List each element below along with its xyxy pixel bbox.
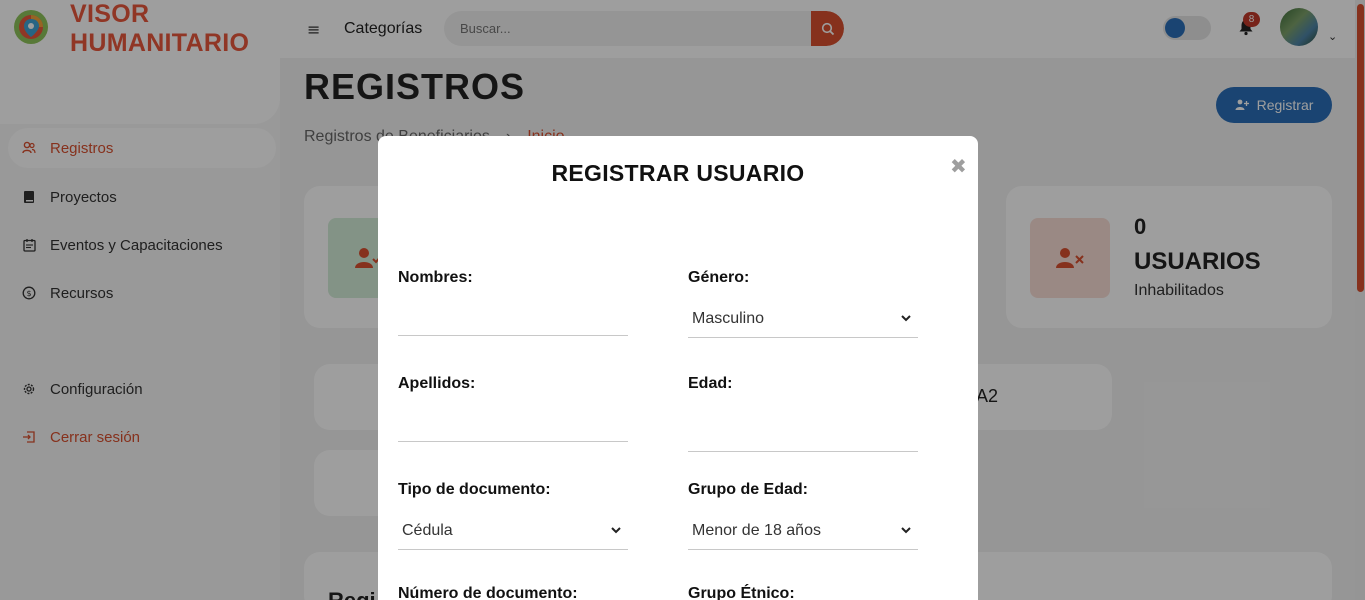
tipo-documento-value: Cédula [402,521,453,539]
chevron-down-icon [901,527,911,534]
grupo-etnico-label: Grupo Étnico: [688,585,795,600]
edad-label: Edad: [688,375,733,392]
genero-value: Masculino [692,309,765,327]
apellidos-input[interactable] [398,406,628,442]
grupo-edad-label: Grupo de Edad: [688,481,808,498]
genero-label: Género: [688,269,750,286]
nombres-input[interactable] [398,300,628,336]
genero-select[interactable]: Masculino [688,300,918,338]
close-icon[interactable]: ✖ [950,154,967,178]
grupo-edad-value: Menor de 18 años [692,521,821,539]
tipo-documento-label: Tipo de documento: [398,481,551,498]
modal-title: REGISTRAR USUARIO [551,160,805,186]
chevron-down-icon [611,527,621,534]
numero-documento-label: Número de documento: [398,585,578,600]
grupo-edad-select[interactable]: Menor de 18 años [688,512,918,550]
apellidos-label: Apellidos: [398,375,476,392]
edad-input[interactable] [688,416,918,452]
nombres-label: Nombres: [398,269,473,286]
tipo-documento-select[interactable]: Cédula [398,512,628,550]
register-user-modal: REGISTRAR USUARIO ✖ Nombres: Apellidos: … [378,136,978,600]
chevron-down-icon [901,315,911,322]
